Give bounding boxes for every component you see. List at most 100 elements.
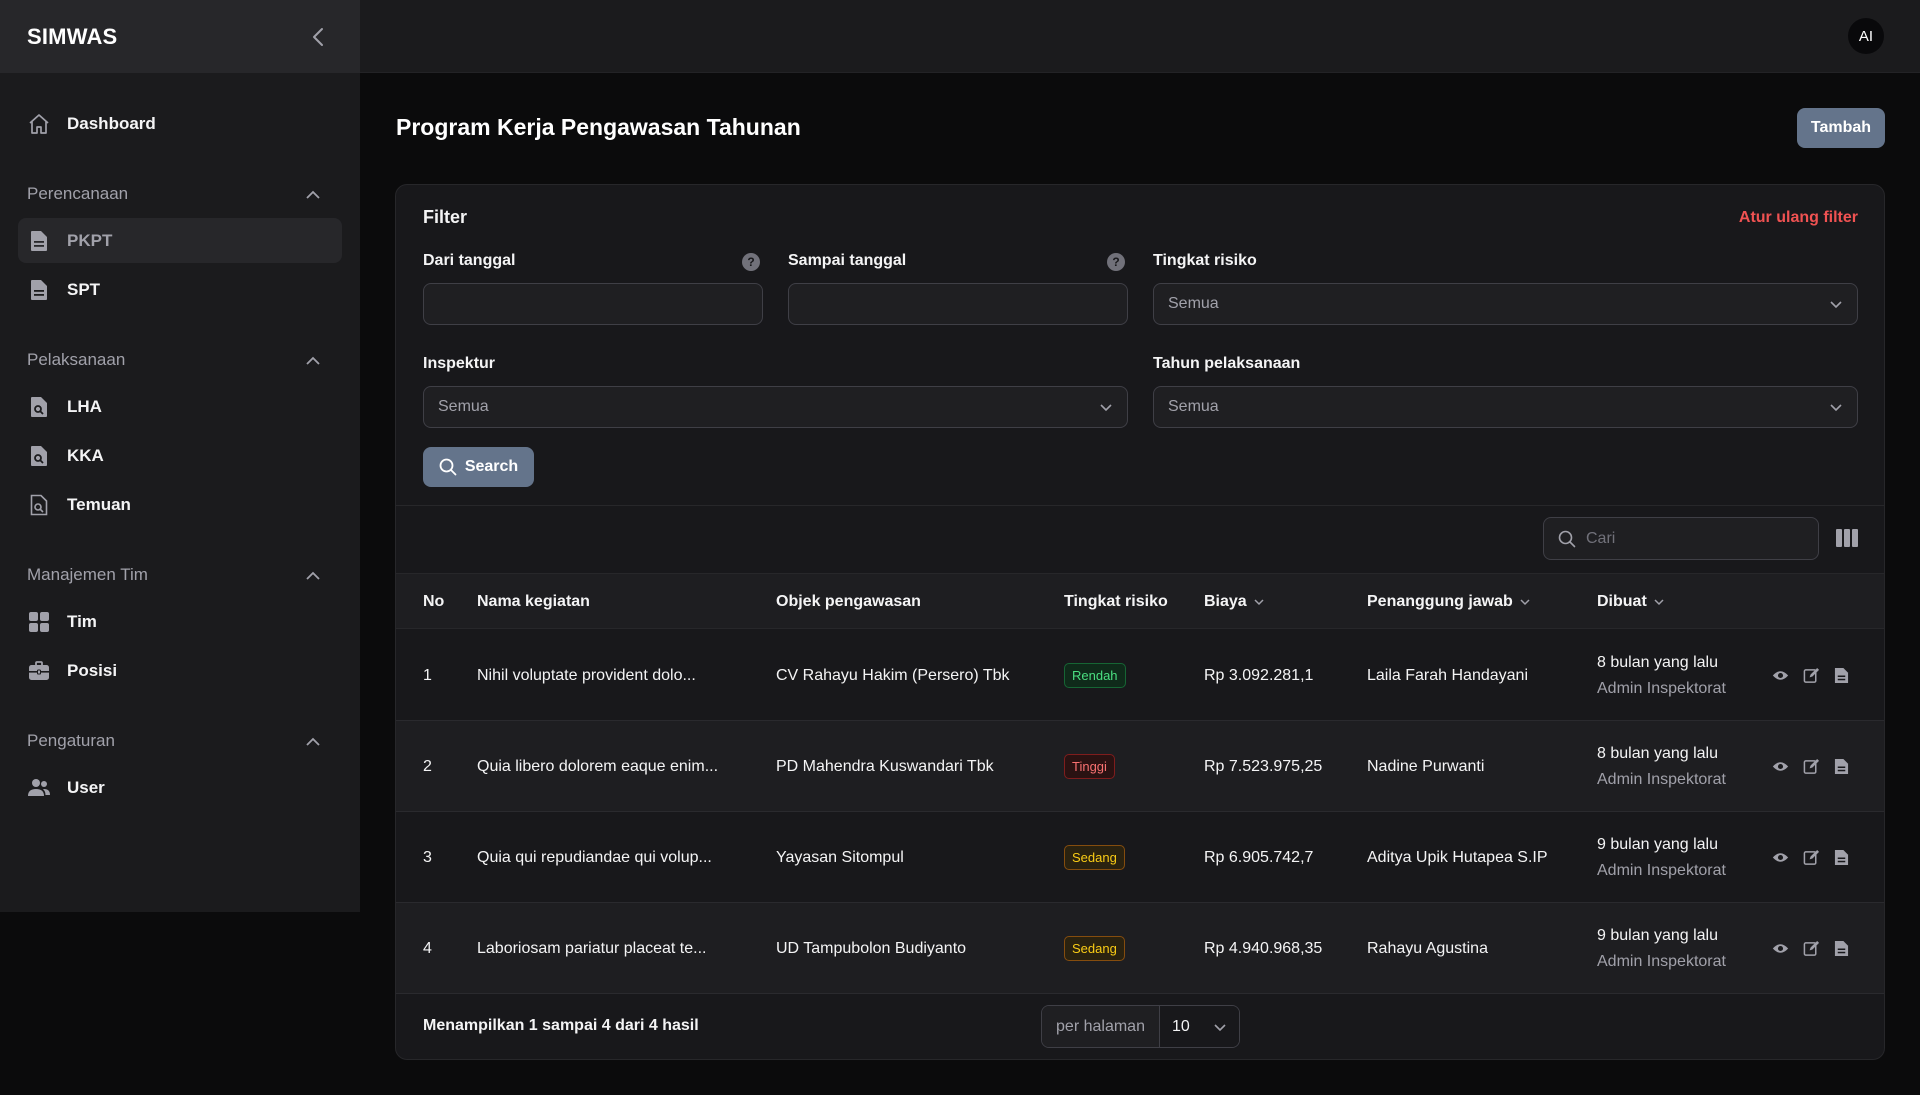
table-search-input[interactable]: Cari <box>1543 517 1819 560</box>
group-toggle-pelaksanaan[interactable]: Pelaksanaan <box>0 346 360 374</box>
cell-created: 8 bulan yang lalu Admin Inspektorat <box>1597 630 1726 721</box>
cell-created: 8 bulan yang lalu Admin Inspektorat <box>1597 721 1726 812</box>
reset-filter-link[interactable]: Atur ulang filter <box>1739 209 1858 227</box>
inspector-select-value: Semua <box>438 398 489 415</box>
sidebar-item-label: KKA <box>67 445 104 465</box>
cell-pic: Laila Farah Handayani <box>1367 666 1528 684</box>
view-icon[interactable] <box>1772 667 1789 684</box>
col-pic[interactable]: Penanggung jawab <box>1367 574 1531 630</box>
per-page-value: 10 <box>1172 1017 1190 1035</box>
cell-name: Quia libero dolorem eaque enim... <box>477 757 719 775</box>
edit-icon[interactable] <box>1803 667 1820 684</box>
sidebar-item-posisi[interactable]: Posisi <box>18 648 342 693</box>
sidebar-item-lha[interactable]: LHA <box>18 384 342 429</box>
sidebar-item-tim[interactable]: Tim <box>18 599 342 644</box>
cell-no: 1 <box>423 666 432 684</box>
col-created[interactable]: Dibuat <box>1597 574 1665 630</box>
year-select[interactable]: Semua <box>1153 386 1858 428</box>
view-icon[interactable] <box>1772 758 1789 775</box>
sidebar-item-kka[interactable]: KKA <box>18 433 342 478</box>
view-icon[interactable] <box>1772 849 1789 866</box>
created-by: Admin Inspektorat <box>1597 861 1726 879</box>
per-page-value-wrap[interactable]: 10 <box>1160 1006 1239 1047</box>
document-icon <box>27 278 51 302</box>
collapse-sidebar-button[interactable] <box>306 25 330 49</box>
sidebar-item-label: User <box>67 777 105 797</box>
chevron-left-icon <box>313 27 323 46</box>
columns-icon[interactable] <box>1836 529 1858 547</box>
risk-badge: Rendah <box>1064 663 1126 688</box>
row-actions <box>1772 812 1851 903</box>
col-cost-label: Biaya <box>1204 593 1247 610</box>
document-icon <box>27 229 51 253</box>
sidebar-item-temuan[interactable]: Temuan <box>18 482 342 527</box>
sidebar-item-spt[interactable]: SPT <box>18 267 342 312</box>
cell-pic: Nadine Purwanti <box>1367 757 1485 775</box>
cell-no: 3 <box>423 848 432 866</box>
cell-pic: Aditya Upik Hutapea S.IP <box>1367 848 1548 866</box>
cell-object: PD Mahendra Kuswandari Tbk <box>776 757 994 775</box>
add-button[interactable]: Tambah <box>1797 108 1885 148</box>
group-toggle-pengaturan[interactable]: Pengaturan <box>0 727 360 755</box>
cell-no: 4 <box>423 939 432 957</box>
document-search-outline-icon <box>27 493 51 517</box>
col-pic-label: Penanggung jawab <box>1367 593 1513 610</box>
search-button[interactable]: Search <box>423 447 534 487</box>
to-date-input[interactable] <box>788 283 1128 325</box>
cell-risk: Rendah <box>1064 630 1126 721</box>
row-actions <box>1772 630 1851 721</box>
sidebar-item-pkpt[interactable]: PKPT <box>18 218 342 263</box>
chevron-down-icon <box>1830 301 1842 309</box>
nav-group-pengaturan: Pengaturan User <box>0 727 360 810</box>
group-title: Manajemen Tim <box>27 565 148 584</box>
inspector-select[interactable]: Semua <box>423 386 1128 428</box>
group-title: Perencanaan <box>27 184 129 203</box>
cell-cost: Rp 3.092.281,1 <box>1204 666 1314 684</box>
per-page-select[interactable]: per halaman 10 <box>1041 1005 1240 1048</box>
from-date-input[interactable] <box>423 283 763 325</box>
row-actions <box>1772 903 1851 994</box>
group-toggle-perencanaan[interactable]: Perencanaan <box>0 180 360 208</box>
users-icon <box>27 776 51 800</box>
sidebar-item-dashboard[interactable]: Dashboard <box>18 101 342 146</box>
created-by: Admin Inspektorat <box>1597 952 1726 970</box>
help-icon[interactable]: ? <box>1107 253 1125 271</box>
table-row: 4 Laboriosam pariatur placeat te... UD Tam… <box>396 903 1884 994</box>
help-icon[interactable]: ? <box>742 253 760 271</box>
inspector-label: Inspektur <box>423 355 496 372</box>
cell-cost: Rp 4.940.968,35 <box>1204 939 1323 957</box>
sidebar-item-label: LHA <box>67 396 102 416</box>
table-search-placeholder: Cari <box>1586 529 1616 547</box>
user-avatar[interactable]: AI <box>1848 18 1884 54</box>
nav-group-pelaksanaan: Pelaksanaan LHA KKA Temuan <box>0 346 360 527</box>
page-title: Program Kerja Pengawasan Tahunan <box>396 114 801 140</box>
table-row: 3 Quia qui repudiandae qui volup... Yayasa… <box>396 812 1884 903</box>
edit-icon[interactable] <box>1803 940 1820 957</box>
document-search-icon <box>27 395 51 419</box>
chevron-down-icon <box>1214 1024 1226 1032</box>
document-icon[interactable] <box>1834 667 1851 684</box>
chevron-up-icon <box>306 190 320 199</box>
view-icon[interactable] <box>1772 940 1789 957</box>
cell-object: Yayasan Sitompul <box>776 848 904 866</box>
sidebar-item-label: Posisi <box>67 660 118 680</box>
risk-select[interactable]: Semua <box>1153 283 1858 325</box>
to-date-label: Sampai tanggal <box>788 252 907 269</box>
group-toggle-manajemen-tim[interactable]: Manajemen Tim <box>0 561 360 589</box>
created-time: 8 bulan yang lalu <box>1597 744 1718 762</box>
document-icon[interactable] <box>1834 849 1851 866</box>
col-cost[interactable]: Biaya <box>1204 574 1265 630</box>
table-row: 1 Nihil voluptate provident dolo... CV Rah… <box>396 630 1884 721</box>
document-icon[interactable] <box>1834 758 1851 775</box>
chevron-up-icon <box>306 356 320 365</box>
cell-cost: Rp 6.905.742,7 <box>1204 848 1314 866</box>
sidebar-item-label: Dashboard <box>67 113 156 133</box>
document-icon[interactable] <box>1834 940 1851 957</box>
results-summary: Menampilkan 1 sampai 4 dari 4 hasil <box>423 1017 699 1034</box>
sidebar-item-user[interactable]: User <box>18 765 342 810</box>
sidebar-header: SIMWAS <box>0 0 360 73</box>
sidebar-nav: Dashboard Perencanaan PKPT SPT Pelaksana… <box>0 73 360 810</box>
brand-logo[interactable]: SIMWAS <box>27 24 117 50</box>
edit-icon[interactable] <box>1803 849 1820 866</box>
edit-icon[interactable] <box>1803 758 1820 775</box>
